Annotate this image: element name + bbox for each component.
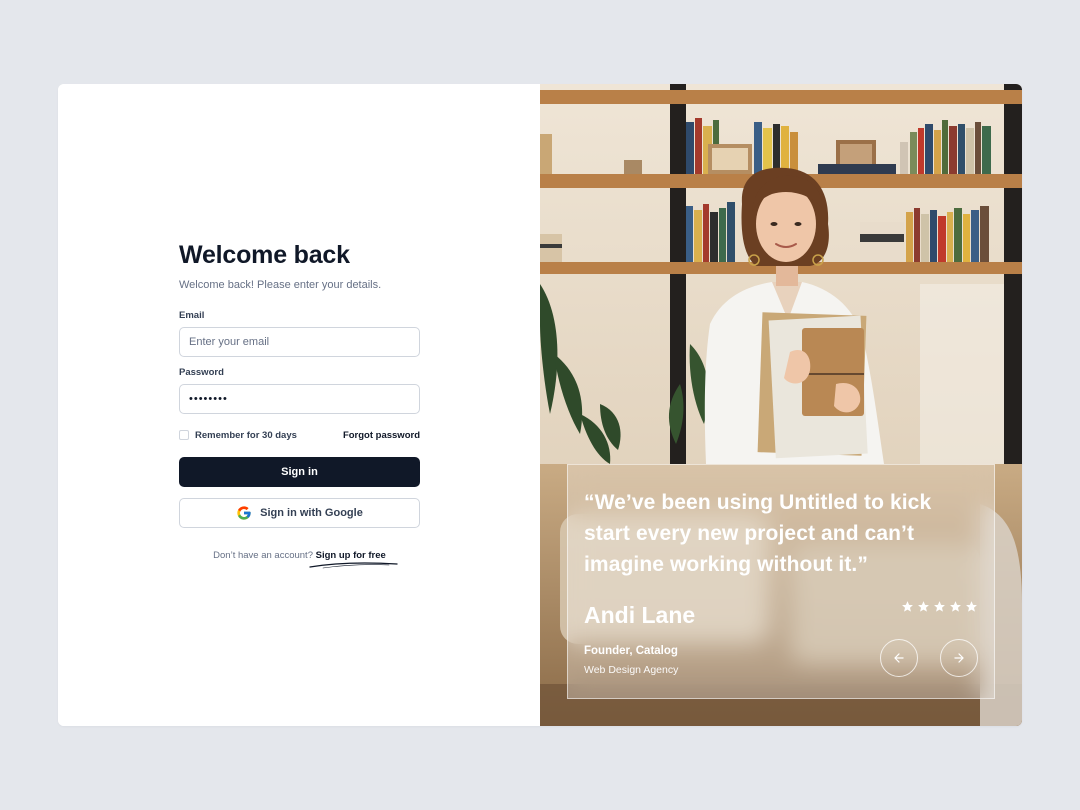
- options-row: Remember for 30 days Forgot password: [179, 428, 420, 442]
- login-form: Welcome back Welcome back! Please enter …: [179, 240, 420, 569]
- next-testimonial-button[interactable]: [940, 639, 978, 677]
- remember-option[interactable]: Remember for 30 days: [179, 430, 297, 441]
- testimonial-panel: “We’ve been using Untitled to kick start…: [540, 84, 1022, 726]
- star-icon: [966, 601, 977, 612]
- star-icon: [950, 601, 961, 612]
- remember-label: Remember for 30 days: [195, 429, 297, 441]
- testimonial-quote: “We’ve been using Untitled to kick start…: [584, 491, 932, 576]
- previous-testimonial-button[interactable]: [880, 639, 918, 677]
- rating-stars: [901, 600, 978, 613]
- star-icon: [902, 601, 913, 612]
- star-icon: [934, 601, 945, 612]
- forgot-password-link[interactable]: Forgot password: [343, 430, 420, 441]
- signup-prompt-text: Don’t have an account?: [213, 550, 313, 561]
- author-row: Andi Lane: [584, 600, 978, 630]
- email-field[interactable]: [179, 327, 420, 357]
- login-panel: Welcome back Welcome back! Please enter …: [58, 84, 540, 726]
- page-subtitle: Welcome back! Please enter your details.: [179, 279, 382, 291]
- star-icon: [918, 601, 929, 612]
- page-title: Welcome back: [179, 241, 350, 269]
- google-icon: [237, 506, 251, 520]
- sign-up-link[interactable]: Sign up for free: [316, 550, 386, 561]
- password-label: Password: [179, 367, 224, 378]
- sign-in-button[interactable]: Sign in: [179, 457, 420, 487]
- signup-prompt: Don’t have an account? Sign up for free: [179, 550, 420, 569]
- password-field[interactable]: [179, 384, 420, 414]
- testimonial-nav: [880, 639, 978, 677]
- google-sign-in-button[interactable]: Sign in with Google: [179, 498, 420, 528]
- email-label: Email: [179, 310, 205, 321]
- underline-scribble: [309, 562, 398, 569]
- remember-checkbox[interactable]: [179, 430, 189, 440]
- google-sign-in-label: Sign in with Google: [260, 507, 363, 519]
- arrow-right-icon: [954, 653, 964, 663]
- arrow-left-icon: [894, 653, 904, 663]
- login-card: Welcome back Welcome back! Please enter …: [58, 84, 1022, 726]
- testimonial-card: “We’ve been using Untitled to kick start…: [567, 464, 995, 699]
